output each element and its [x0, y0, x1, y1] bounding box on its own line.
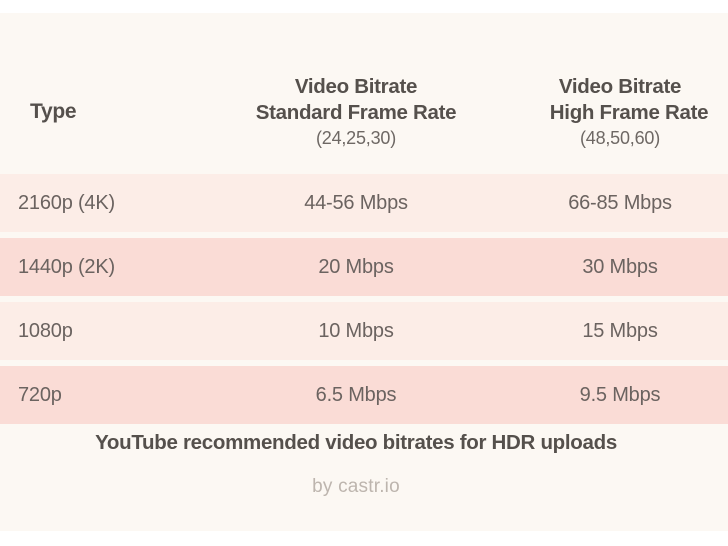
cell-high: 66-85 Mbps — [568, 191, 672, 214]
column-header-type-label: Type — [30, 100, 77, 123]
cell-standard: 10 Mbps — [318, 319, 394, 342]
column-header-standard-framerates: (24,25,30) — [315, 127, 397, 148]
table-card: Type Video Bitrate Standard Frame Rate (… — [0, 13, 728, 531]
table-caption: YouTube recommended video bitrates for H… — [95, 431, 617, 454]
column-header-high-frame-rate: Video Bitrate High Frame Rate (48,50,60) — [512, 74, 728, 151]
table-row: 720p 6.5 Mbps 9.5 Mbps — [0, 366, 728, 424]
table-body: 2160p (4K) 44-56 Mbps 66-85 Mbps 1440p (… — [0, 174, 728, 430]
cell-high: 30 Mbps — [582, 255, 658, 278]
cell-standard: 20 Mbps — [318, 255, 394, 278]
infographic-table-root: Type Video Bitrate Standard Frame Rate (… — [0, 0, 728, 546]
cell-high: 9.5 Mbps — [579, 383, 661, 406]
cell-type: 2160p (4K) — [18, 191, 115, 214]
cell-type: 1440p (2K) — [18, 255, 115, 278]
cell-standard: 44-56 Mbps — [304, 191, 408, 214]
table-row: 1440p (2K) 20 Mbps 30 Mbps — [0, 238, 728, 296]
column-header-standard-frame-rate: Video Bitrate Standard Frame Rate (24,25… — [200, 74, 512, 151]
column-header-type: Type — [0, 99, 200, 125]
column-header-high-line2: High Frame Rate — [549, 100, 709, 124]
table-byline: by castr.io — [312, 476, 400, 497]
cell-type: 1080p — [18, 319, 73, 342]
cell-type: 720p — [18, 383, 62, 406]
cell-high: 15 Mbps — [582, 319, 658, 342]
cell-standard: 6.5 Mbps — [315, 383, 397, 406]
column-header-high-framerates: (48,50,60) — [579, 127, 661, 148]
column-header-standard-line1: Video Bitrate — [294, 74, 418, 98]
column-header-high-line1: Video Bitrate — [558, 74, 682, 98]
table-header-row: Type Video Bitrate Standard Frame Rate (… — [0, 57, 728, 167]
table-row: 2160p (4K) 44-56 Mbps 66-85 Mbps — [0, 174, 728, 232]
table-row: 1080p 10 Mbps 15 Mbps — [0, 302, 728, 360]
column-header-standard-line2: Standard Frame Rate — [255, 100, 457, 124]
